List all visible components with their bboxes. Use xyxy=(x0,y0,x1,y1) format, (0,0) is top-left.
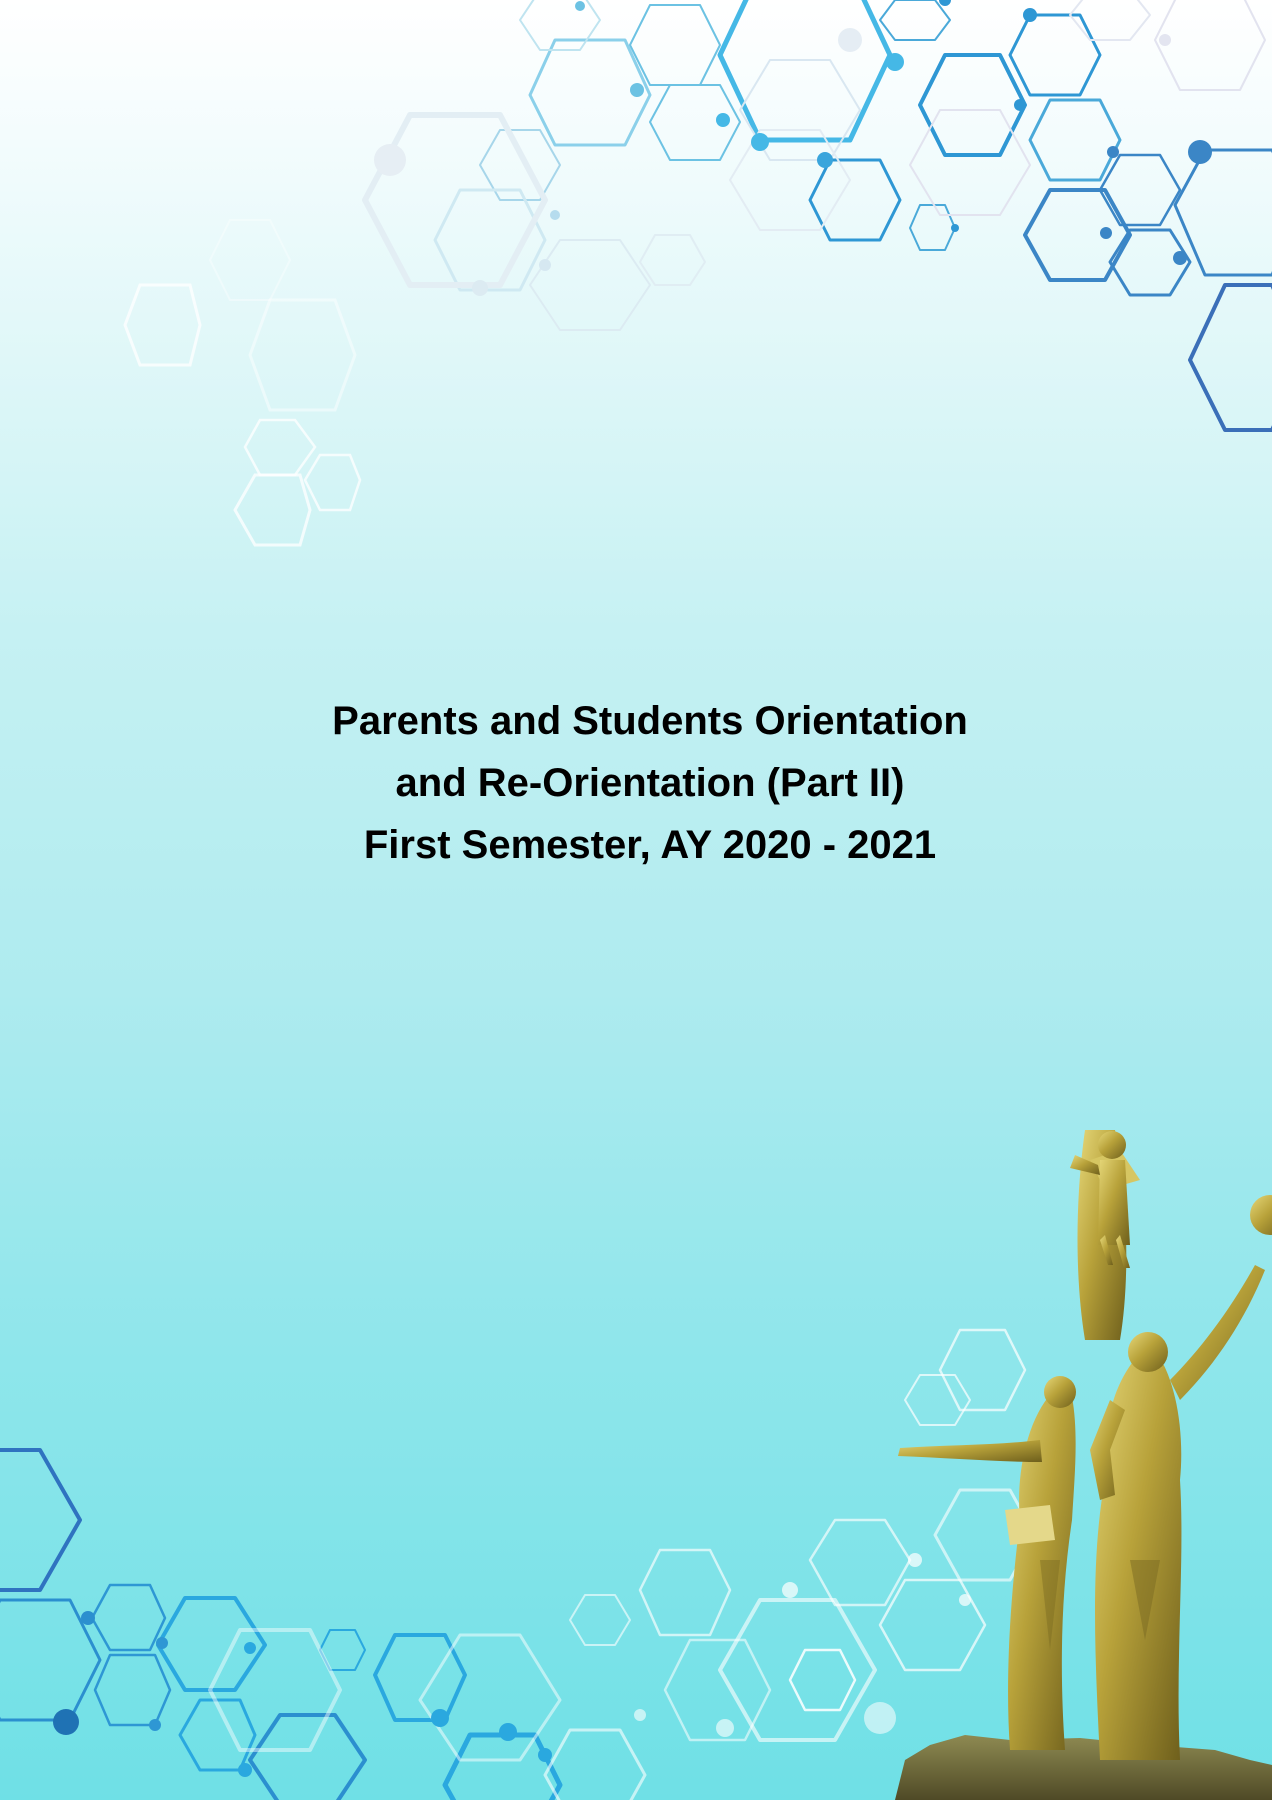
title-line-1: Parents and Students Orientation xyxy=(332,699,968,743)
faint-left-hexagons xyxy=(123,219,362,547)
hexagon-pattern-decoration xyxy=(0,0,1272,1800)
statue-monument xyxy=(895,1130,1272,1800)
top-hexagon-cluster xyxy=(362,0,1272,432)
bottom-node-dots xyxy=(53,1553,971,1777)
document-cover-page: Parents and Students Orientation and Re-… xyxy=(0,0,1272,1800)
top-node-dots xyxy=(374,0,1212,296)
cover-title: Parents and Students Orientation and Re-… xyxy=(200,690,1100,876)
title-line-3: First Semester, AY 2020 - 2021 xyxy=(363,823,937,867)
title-line-2: and Re-Orientation (Part II) xyxy=(395,761,905,805)
